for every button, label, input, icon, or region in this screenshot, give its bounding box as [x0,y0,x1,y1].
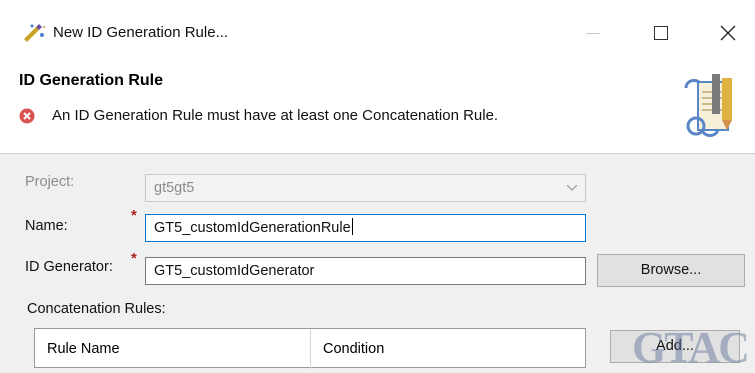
id-generator-required-marker: * [131,250,137,267]
id-generator-value: GT5_customIdGenerator [154,263,315,279]
error-icon [19,108,35,124]
window-title: New ID Generation Rule... [53,24,229,41]
column-header-rule-name[interactable]: Rule Name [35,329,311,369]
id-generator-input[interactable]: GT5_customIdGenerator [145,257,586,285]
maximize-button[interactable] [646,18,676,48]
wizard-header: ID Generation Rule An ID Generation Rule… [0,60,755,154]
concatenation-rules-label: Concatenation Rules: [27,301,166,317]
page-title: ID Generation Rule [19,72,164,89]
wizard-app-icon [24,24,45,42]
close-icon [720,25,736,41]
project-value: gt5gt5 [154,180,195,196]
watermark: GTAC [632,323,750,372]
wizard-scroll-icon [684,74,732,137]
error-message: An ID Generation Rule must have at least… [52,107,499,124]
minimize-button[interactable] [578,18,608,48]
name-label: Name: [25,218,68,234]
close-button[interactable] [713,18,743,48]
name-value: GT5_customIdGenerationRule [154,220,351,236]
concatenation-rules-table[interactable]: Rule Name Condition [34,328,586,369]
chevron-down-icon [567,185,577,191]
id-generator-label: ID Generator: [25,259,113,275]
name-required-marker: * [131,207,137,224]
name-input[interactable]: GT5_customIdGenerationRule [145,214,586,242]
project-label: Project: [25,174,75,190]
text-cursor [351,218,353,235]
title-bar: New ID Generation Rule... [0,0,755,60]
column-header-condition[interactable]: Condition [311,329,585,369]
project-combo[interactable]: gt5gt5 [145,174,586,202]
browse-button[interactable]: Browse... [597,254,745,287]
